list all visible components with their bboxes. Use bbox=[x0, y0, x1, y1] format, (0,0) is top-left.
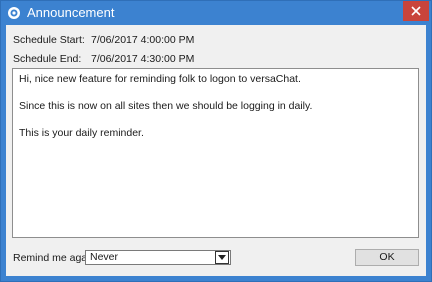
schedule-start-value: 7/06/2017 4:00:00 PM bbox=[91, 34, 195, 46]
message-line-3: This is your daily reminder. bbox=[19, 127, 144, 139]
schedule-end-value: 7/06/2017 4:30:00 PM bbox=[91, 53, 195, 65]
close-button[interactable] bbox=[403, 1, 429, 21]
app-icon bbox=[8, 7, 20, 19]
ok-button[interactable]: OK bbox=[355, 249, 419, 266]
message-line-1: Hi, nice new feature for reminding folk … bbox=[19, 73, 301, 85]
schedule-end-label: Schedule End: bbox=[13, 53, 82, 65]
schedule-start-label: Schedule Start: bbox=[13, 34, 85, 46]
window-title: Announcement bbox=[27, 5, 115, 20]
remind-select[interactable]: Never bbox=[85, 250, 231, 265]
dialog-body: Schedule Start: 7/06/2017 4:00:00 PM Sch… bbox=[6, 25, 426, 276]
announcement-window: Announcement Schedule Start: 7/06/2017 4… bbox=[0, 0, 432, 282]
dropdown-arrow-icon[interactable] bbox=[215, 251, 229, 264]
message-line-2: Since this is now on all sites then we s… bbox=[19, 100, 313, 112]
message-textbox[interactable]: Hi, nice new feature for reminding folk … bbox=[12, 68, 419, 238]
remind-select-value: Never bbox=[90, 251, 119, 263]
close-icon bbox=[411, 6, 421, 16]
title-bar: Announcement bbox=[1, 1, 431, 25]
